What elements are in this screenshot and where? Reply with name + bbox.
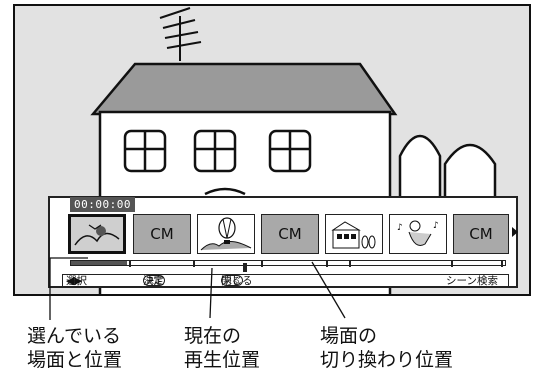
callout-selected: 選んでいる 場面と位置 bbox=[27, 324, 122, 372]
callout-current-line1: 現在の bbox=[184, 325, 242, 347]
callout-current-line2: 再生位置 bbox=[184, 349, 261, 371]
callout-switch: 場面の 切り換わり位置 bbox=[320, 324, 453, 372]
leader-switch bbox=[311, 261, 346, 319]
leader-selected bbox=[49, 257, 88, 320]
callout-current: 現在の 再生位置 bbox=[184, 324, 260, 372]
callout-switch-line1: 場面の bbox=[320, 325, 378, 347]
callout-selected-line2: 場面と位置 bbox=[27, 349, 123, 371]
callout-selected-line1: 選んでいる bbox=[27, 325, 122, 347]
callout-switch-line2: 切り換わり位置 bbox=[320, 349, 454, 371]
leader-current bbox=[209, 267, 213, 319]
